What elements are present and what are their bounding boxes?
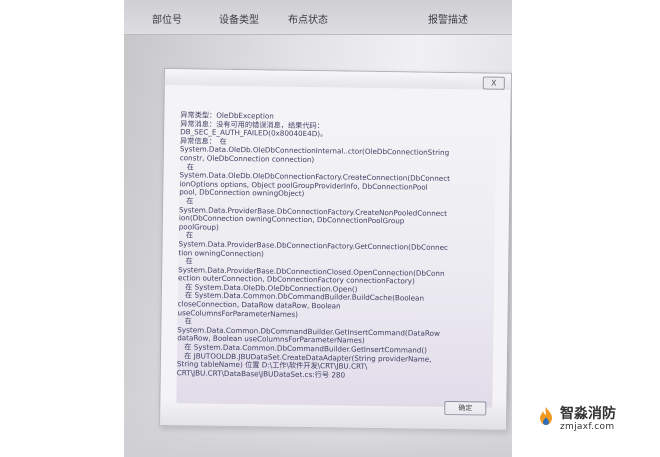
table-header: 部位号 设备类型 布点状态 报警描述 [124, 0, 512, 35]
error-dialog: X 异常类型：OleDbException 异常消息：没有可用的错误消息，结果代码… [159, 68, 512, 431]
exception-message: 异常类型：OleDbException 异常消息：没有可用的错误消息，结果代码： D… [176, 110, 497, 408]
column-header-device-type[interactable]: 设备类型 [219, 11, 259, 26]
flame-logo-icon [540, 407, 552, 425]
watermark-name: 智淼消防 [560, 406, 616, 422]
ok-button[interactable]: 确定 [444, 400, 487, 416]
watermark-logo: 智淼消防 zmjaxf.com [536, 403, 654, 439]
column-header-alarm-description[interactable]: 报警描述 [428, 11, 468, 26]
dialog-titlebar: X [164, 69, 511, 90]
monitor-photo: 部位号 设备类型 布点状态 报警描述 X 异常类型：OleDbException… [124, 0, 512, 457]
watermark-site: zmjaxf.com [560, 422, 615, 432]
column-header-position-number[interactable]: 部位号 [152, 11, 182, 26]
column-header-deploy-status[interactable]: 布点状态 [288, 11, 328, 26]
close-button[interactable]: X [482, 76, 505, 90]
